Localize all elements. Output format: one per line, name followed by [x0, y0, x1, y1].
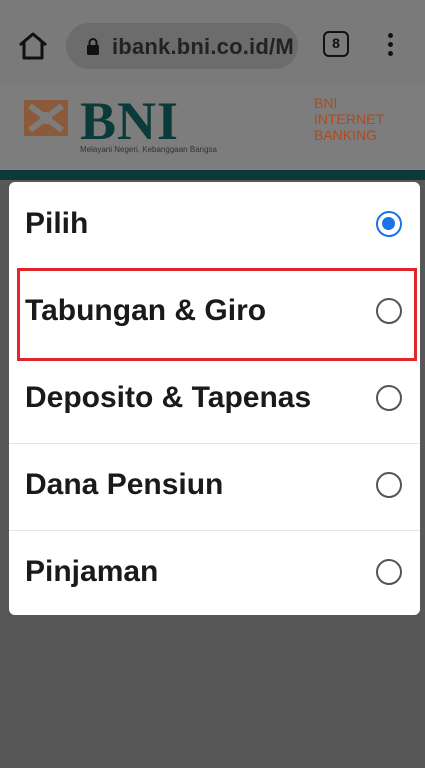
- more-vert-icon[interactable]: [382, 30, 398, 62]
- radio-unselected-icon[interactable]: [376, 472, 402, 498]
- radio-unselected-icon[interactable]: [376, 559, 402, 585]
- url-text: ibank.bni.co.id/M: [112, 34, 294, 59]
- option-dana-pensiun[interactable]: Dana Pensiun: [9, 443, 420, 530]
- lock-icon: [86, 37, 100, 55]
- option-label: Tabungan & Giro: [25, 294, 267, 327]
- option-deposito-tapenas[interactable]: Deposito & Tapenas: [9, 356, 420, 443]
- address-bar[interactable]: ibank.bni.co.id/M: [66, 23, 298, 69]
- home-icon[interactable]: [14, 28, 52, 64]
- radio-selected-icon[interactable]: [376, 211, 402, 237]
- header-divider: [0, 170, 425, 180]
- browser-toolbar: ibank.bni.co.id/M 8: [0, 0, 425, 84]
- option-tabungan-giro[interactable]: Tabungan & Giro: [9, 269, 420, 356]
- logo-tagline: Melayani Negeri, Kebanggaan Bangsa: [80, 145, 217, 154]
- option-label: Pilih: [25, 207, 89, 240]
- logo-text: BNI: [80, 91, 180, 151]
- internet-banking-label: BNI INTERNET BANKING: [314, 95, 384, 143]
- tab-switcher-button[interactable]: 8: [323, 31, 349, 57]
- divider: [9, 530, 420, 531]
- option-label: Dana Pensiun: [25, 468, 224, 501]
- radio-unselected-icon[interactable]: [376, 385, 402, 411]
- option-label: Pinjaman: [25, 555, 159, 588]
- select-dialog: Pilih Tabungan & Giro Deposito & Tapenas…: [9, 182, 420, 615]
- option-pilih[interactable]: Pilih: [9, 182, 420, 269]
- option-pinjaman[interactable]: Pinjaman: [9, 530, 420, 615]
- option-label: Deposito & Tapenas: [25, 381, 312, 414]
- radio-unselected-icon[interactable]: [376, 298, 402, 324]
- bni-logo-icon: [24, 96, 72, 140]
- divider: [9, 443, 420, 444]
